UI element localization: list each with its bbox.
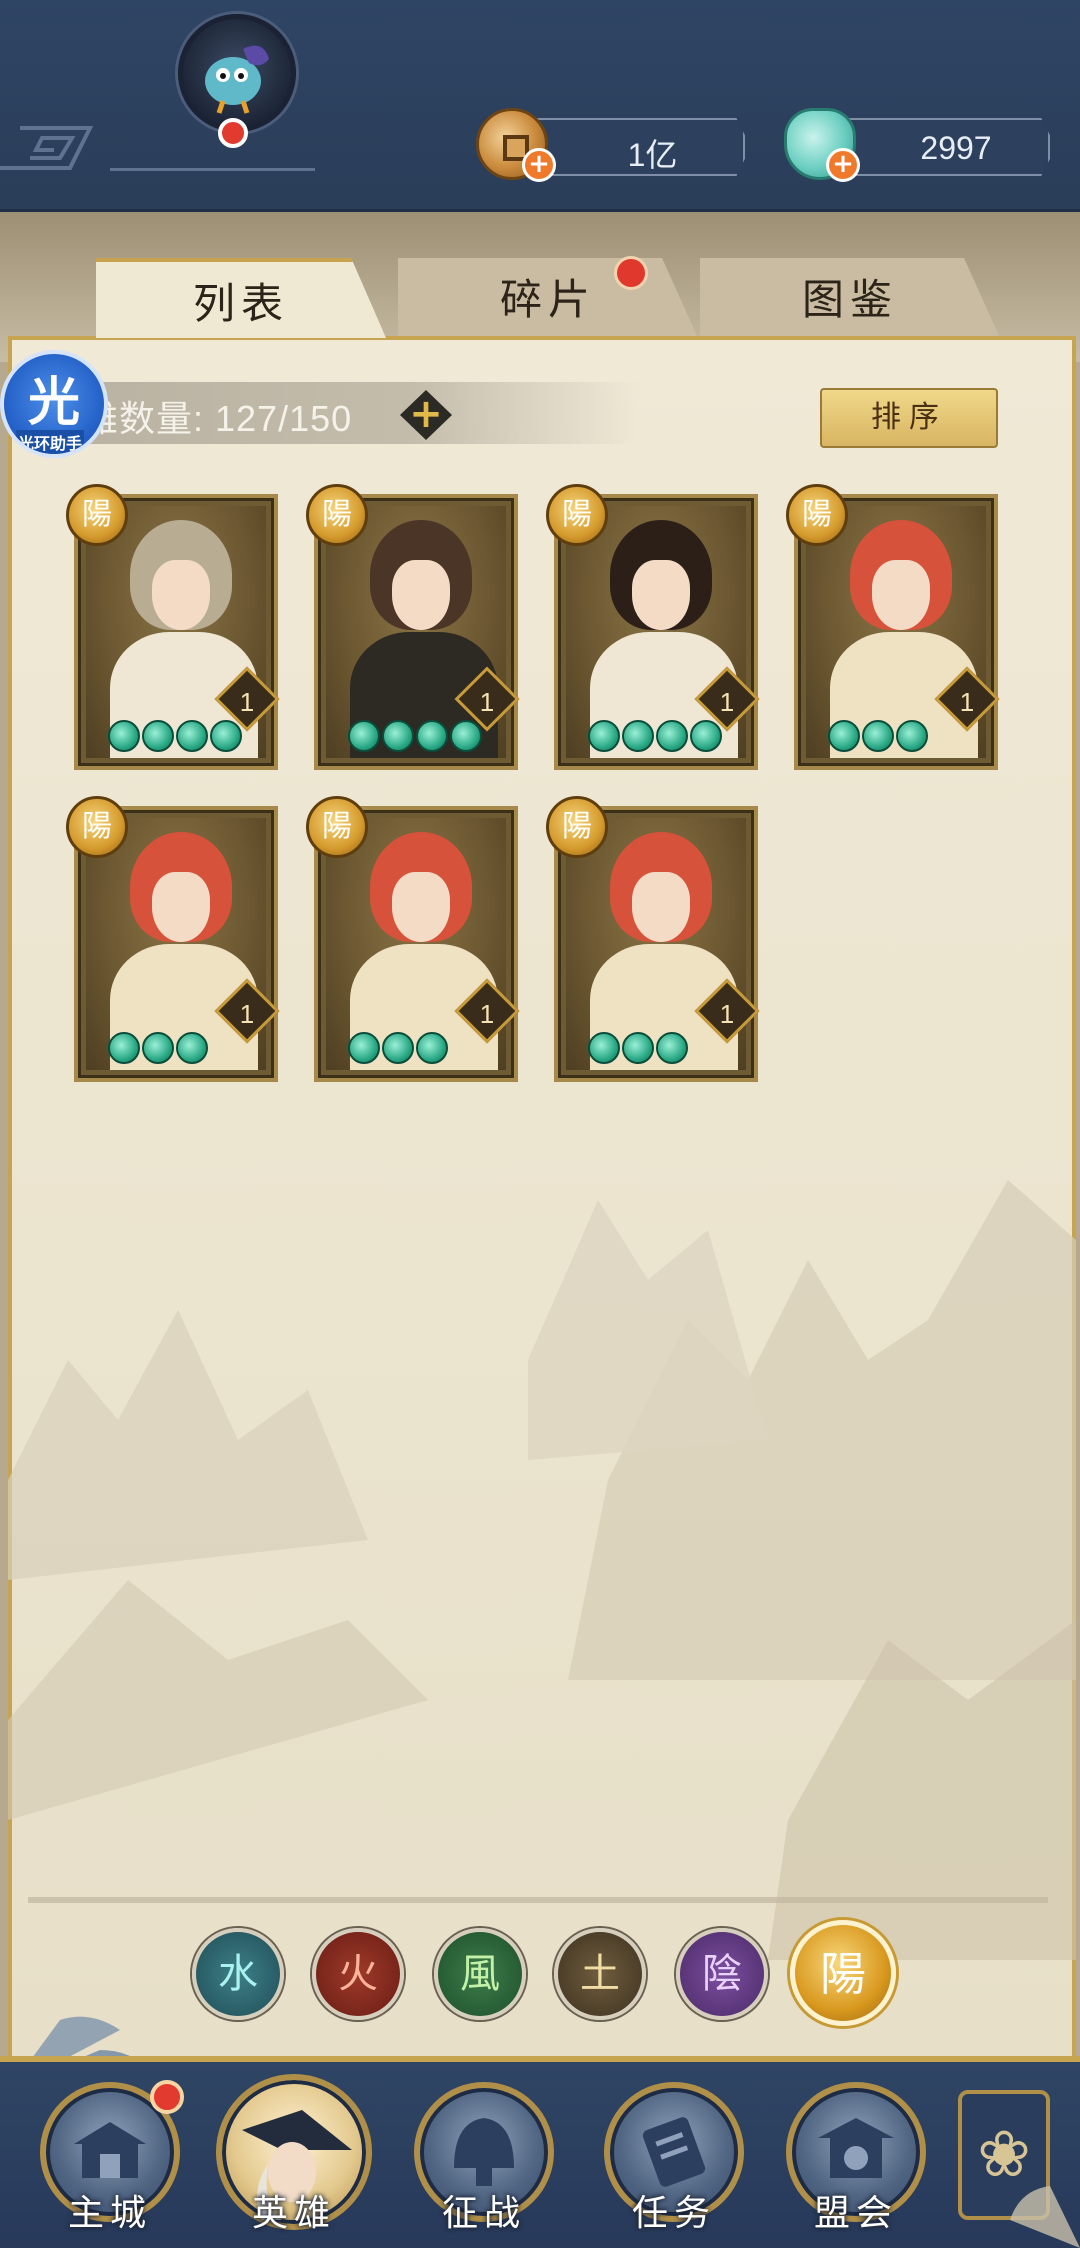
hero-card[interactable]: 陽1 (306, 796, 520, 1082)
nav-heroes-label: 英雄 (251, 2193, 336, 2234)
hero-card[interactable]: 陽1 (66, 796, 280, 1082)
jade-star-icon (142, 1032, 174, 1064)
hero-level: 1 (239, 999, 255, 1029)
tab-fragments[interactable]: 碎片 (398, 258, 698, 338)
hero-star-rating (348, 1032, 448, 1066)
coin-counter: 1亿 (530, 118, 745, 176)
hero-star-rating (348, 720, 482, 754)
hero-face (152, 872, 210, 942)
nav-main-city-label: 主城 (67, 2193, 152, 2234)
jade-star-icon (108, 1032, 140, 1064)
filter-earth-button[interactable]: 土 (554, 1928, 646, 2020)
jade-star-icon (416, 720, 448, 752)
avatar-pet-icon (205, 45, 269, 114)
hero-level: 1 (239, 687, 255, 717)
nav-main-city-notification-dot (150, 2080, 184, 2114)
jade-star-icon (588, 1032, 620, 1064)
hero-level: 1 (719, 687, 735, 717)
avatar-notification-dot (218, 118, 248, 148)
jade-star-icon (348, 720, 380, 752)
cloud-pattern-icon (0, 126, 94, 170)
filter-wind-button[interactable]: 風 (434, 1928, 526, 2020)
nav-campaign-label: 征战 (441, 2193, 526, 2234)
halo-assistant-floating-button[interactable]: 光 光环助手 (0, 350, 108, 458)
nav-alliance-label: 盟会 (813, 2193, 898, 2234)
hero-face (632, 560, 690, 630)
hero-element-badge: 陽 (306, 796, 368, 858)
add-coins-button[interactable]: + (522, 148, 556, 182)
hero-element-badge: 陽 (546, 796, 608, 858)
jade-star-icon (622, 1032, 654, 1064)
nav-tasks-label: 任务 (631, 2193, 716, 2234)
sort-button[interactable]: 排序 (820, 388, 998, 448)
hero-card[interactable]: 陽1 (546, 796, 760, 1082)
jade-star-icon (382, 1032, 414, 1064)
hero-element-badge: 陽 (306, 484, 368, 546)
hero-element-badge: 陽 (66, 796, 128, 858)
hero-card[interactable]: 陽1 (786, 484, 1000, 770)
jade-star-icon (588, 720, 620, 752)
hero-face (392, 560, 450, 630)
folding-fan-corner-icon (1010, 2186, 1080, 2248)
tab-list[interactable]: 列表 (96, 258, 386, 338)
jade-star-icon (622, 720, 654, 752)
jade-star-icon (656, 720, 688, 752)
jade-star-icon (108, 720, 140, 752)
hero-level: 1 (719, 999, 735, 1029)
hero-star-rating (108, 1032, 208, 1066)
tab-fragments-notification-dot (614, 256, 648, 290)
hero-element-badge: 陽 (786, 484, 848, 546)
jade-star-icon (176, 1032, 208, 1064)
jade-star-icon (450, 720, 482, 752)
hero-count-label: 雄数量: 127/150 (82, 398, 353, 439)
jade-star-icon (176, 720, 208, 752)
jade-star-icon (862, 720, 894, 752)
coin-amount: 1亿 (627, 137, 678, 173)
hero-face (392, 872, 450, 942)
jade-star-icon (210, 720, 242, 752)
filter-yang-button[interactable]: 陽 (790, 1920, 896, 2026)
jade-star-icon (382, 720, 414, 752)
hero-star-rating (588, 1032, 688, 1066)
hero-card[interactable]: 陽1 (66, 484, 280, 770)
tab-codex[interactable]: 图鉴 (700, 258, 1000, 338)
hero-face (872, 560, 930, 630)
filter-water-button[interactable]: 水 (192, 1928, 284, 2020)
hero-star-rating (828, 720, 928, 754)
hero-face (152, 560, 210, 630)
jade-star-icon (896, 720, 928, 752)
hero-star-rating (588, 720, 722, 754)
hero-element-badge: 陽 (66, 484, 128, 546)
filter-fire-button[interactable]: 火 (312, 1928, 404, 2020)
gem-counter: 2997 (832, 118, 1050, 176)
jade-star-icon (348, 1032, 380, 1064)
hero-level: 1 (959, 687, 975, 717)
gem-amount: 2997 (920, 130, 992, 166)
add-gems-button[interactable]: + (826, 148, 860, 182)
filter-yin-button[interactable]: 陰 (676, 1928, 768, 2020)
helper-glyph: 光 (28, 373, 81, 433)
hero-level: 1 (479, 999, 495, 1029)
jade-star-icon (142, 720, 174, 752)
header-divider (110, 168, 315, 171)
jade-star-icon (690, 720, 722, 752)
helper-label: 光环助手 (16, 430, 85, 454)
jade-star-icon (656, 1032, 688, 1064)
jade-star-icon (416, 1032, 448, 1064)
player-avatar[interactable] (178, 14, 296, 132)
hero-card[interactable]: 陽1 (306, 484, 520, 770)
hero-element-badge: 陽 (546, 484, 608, 546)
hero-level: 1 (479, 687, 495, 717)
hero-face (632, 872, 690, 942)
hero-card[interactable]: 陽1 (546, 484, 760, 770)
jade-star-icon (828, 720, 860, 752)
hero-star-rating (108, 720, 242, 754)
